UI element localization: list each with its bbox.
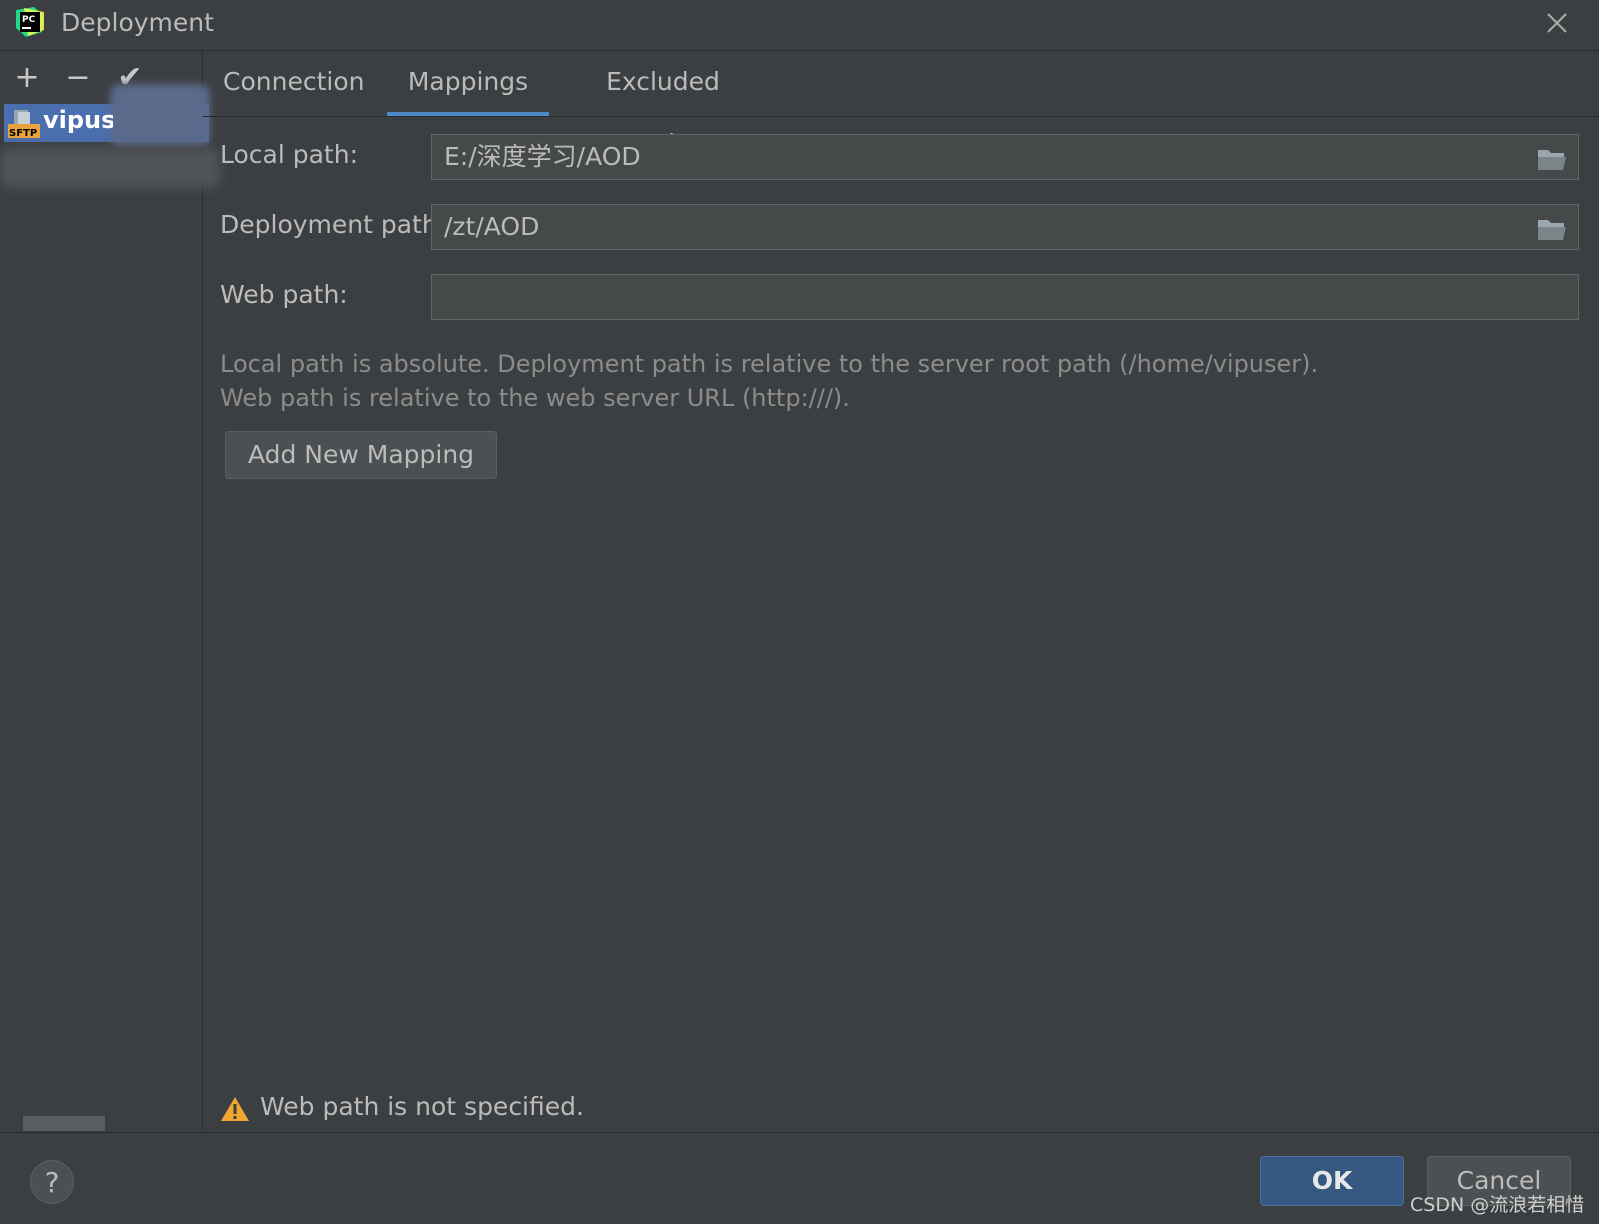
ok-button[interactable]: OK bbox=[1260, 1156, 1404, 1206]
tab-bar: Connection Mappings Excluded Paths bbox=[203, 51, 1599, 158]
close-icon[interactable] bbox=[1540, 6, 1574, 40]
help-text-line-1: Local path is absolute. Deployment path … bbox=[220, 350, 1319, 378]
pycharm-logo-icon: PC bbox=[16, 7, 44, 37]
deployment-path-label: Deployment path: bbox=[220, 210, 447, 239]
deployment-path-field[interactable]: /zt/AOD bbox=[431, 204, 1579, 250]
add-new-mapping-button[interactable]: Add New Mapping bbox=[225, 431, 497, 479]
redacted-region bbox=[0, 148, 220, 188]
warning-message: Web path is not specified. bbox=[260, 1092, 584, 1121]
horizontal-scrollbar[interactable] bbox=[23, 1116, 105, 1131]
window-title: Deployment bbox=[61, 8, 214, 37]
tab-connection[interactable]: Connection bbox=[223, 51, 364, 116]
server-list-panel: + − ✔ bbox=[0, 51, 203, 1131]
help-text-line-2: Web path is relative to the web server U… bbox=[220, 384, 850, 412]
folder-icon[interactable] bbox=[1536, 216, 1568, 242]
web-path-label: Web path: bbox=[220, 280, 348, 309]
help-button[interactable]: ? bbox=[30, 1160, 74, 1204]
local-path-label: Local path: bbox=[220, 140, 359, 169]
svg-text:PC: PC bbox=[22, 15, 36, 25]
local-path-field[interactable]: E:/深度学习/AOD bbox=[431, 134, 1579, 180]
tab-excluded-paths[interactable]: Excluded Paths bbox=[573, 51, 753, 158]
redacted-region bbox=[110, 84, 210, 146]
warning-icon bbox=[221, 1097, 249, 1121]
remove-server-button[interactable]: − bbox=[61, 61, 95, 95]
folder-icon[interactable] bbox=[1536, 146, 1568, 172]
web-path-field[interactable] bbox=[431, 274, 1579, 320]
add-server-button[interactable]: + bbox=[10, 61, 44, 95]
svg-text:SFTP: SFTP bbox=[9, 128, 37, 139]
watermark: CSDN @流浪若相惜 bbox=[1410, 1194, 1585, 1216]
server-name: vipus bbox=[43, 106, 113, 134]
title-bar: PC Deployment bbox=[0, 0, 1599, 51]
sftp-server-icon: SFTP bbox=[8, 110, 40, 139]
tab-mappings[interactable]: Mappings bbox=[387, 51, 549, 116]
